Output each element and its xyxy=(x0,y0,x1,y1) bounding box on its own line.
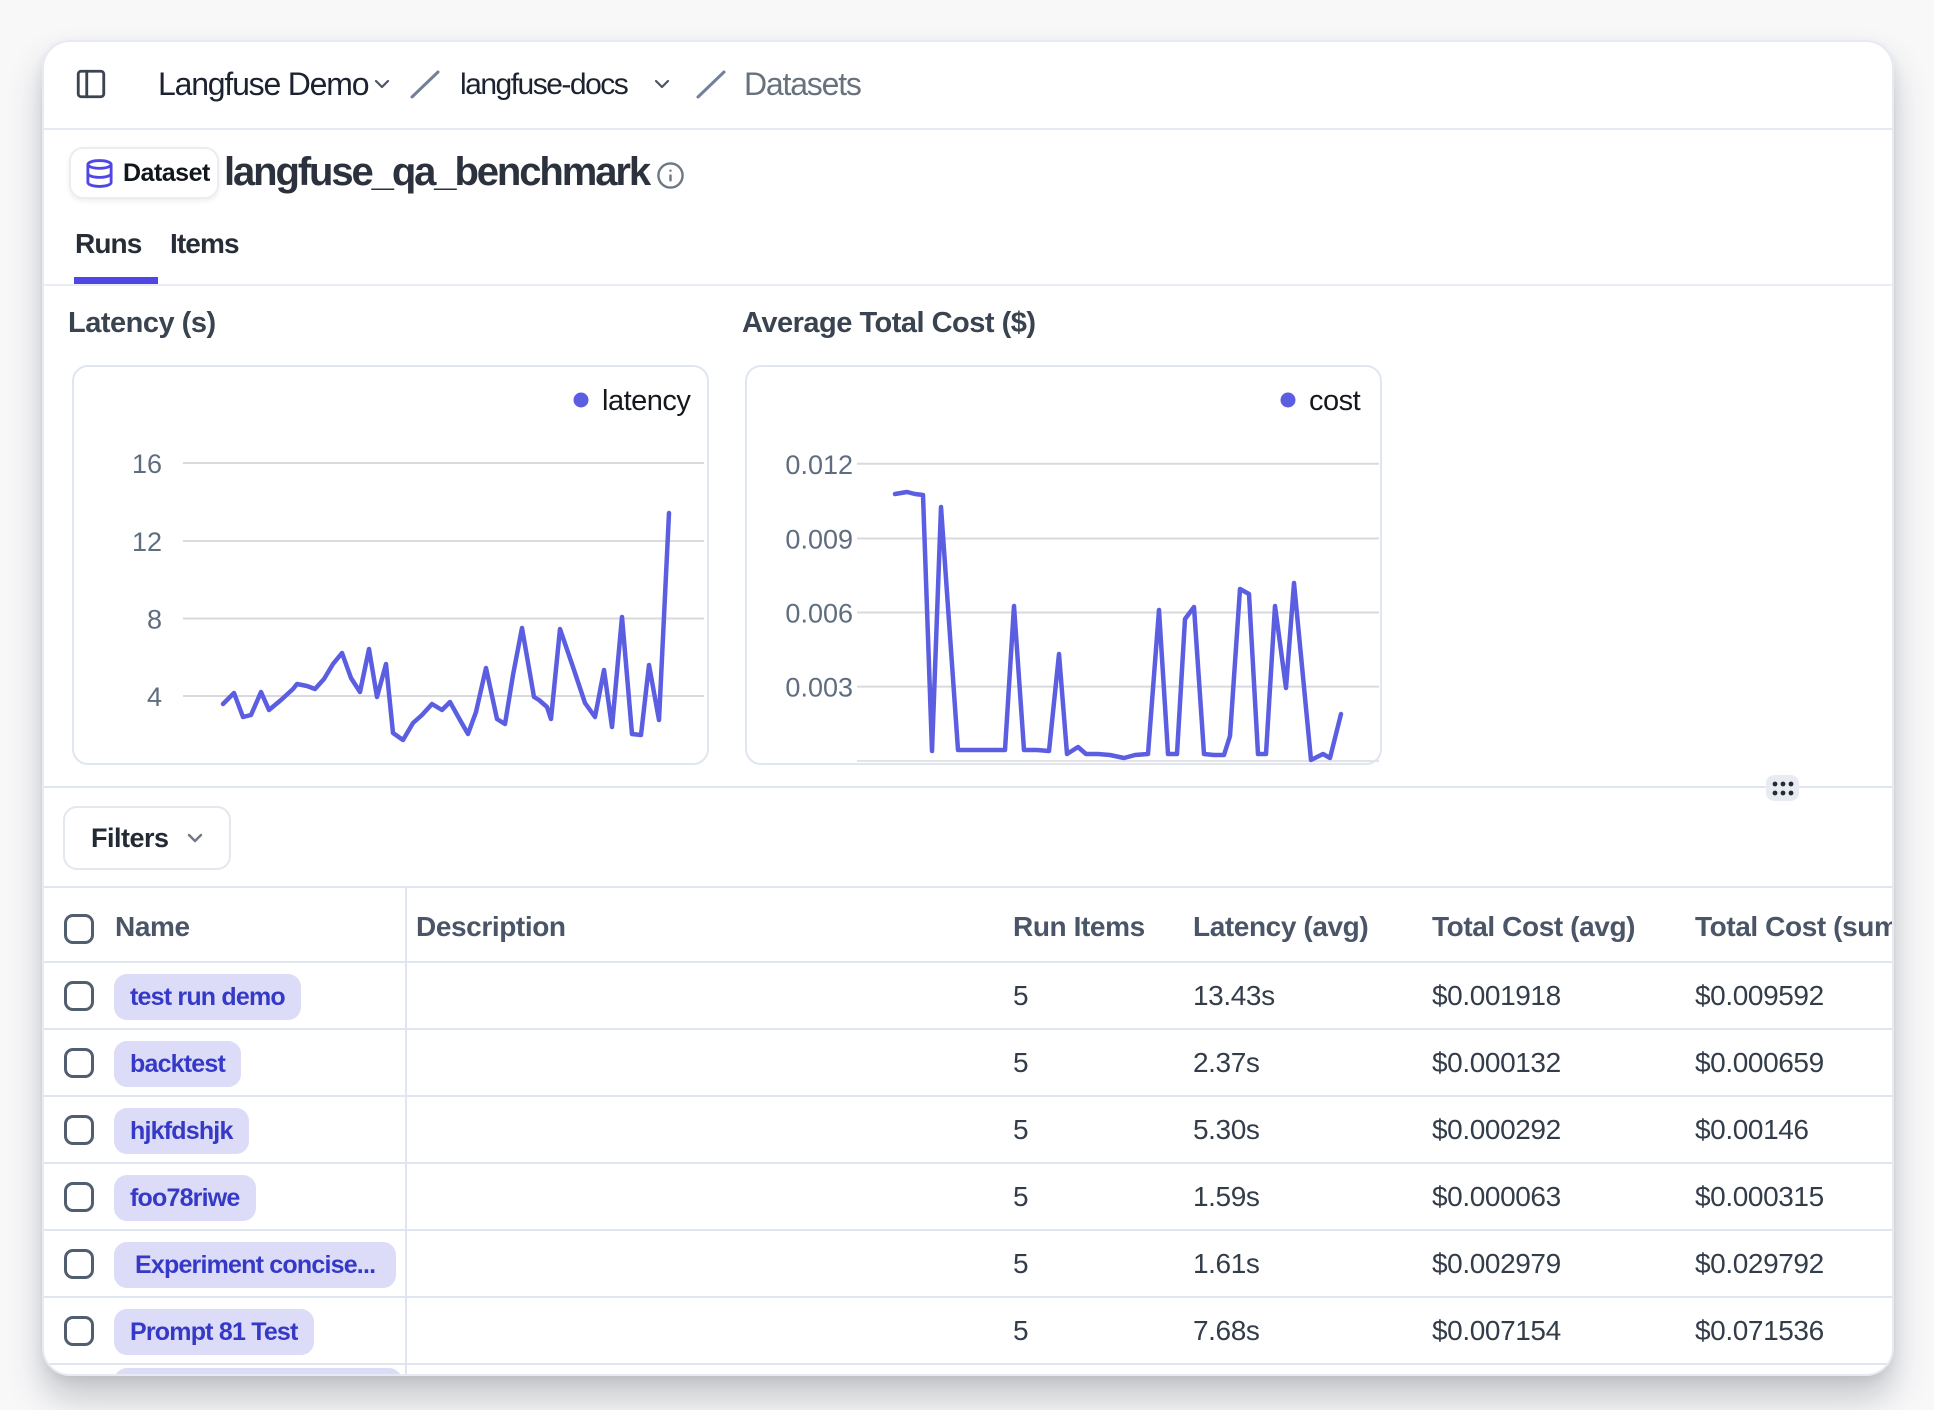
svg-text:0.006: 0.006 xyxy=(785,599,853,629)
svg-text:0.012: 0.012 xyxy=(785,450,853,480)
svg-text:8: 8 xyxy=(147,605,162,635)
svg-text:16: 16 xyxy=(132,449,162,479)
svg-text:0.009: 0.009 xyxy=(785,525,853,555)
svg-text:0.003: 0.003 xyxy=(785,673,853,703)
svg-text:12: 12 xyxy=(132,527,162,557)
svg-text:cost: cost xyxy=(1309,385,1361,417)
svg-text:latency: latency xyxy=(602,385,691,417)
svg-text:4: 4 xyxy=(147,682,162,712)
